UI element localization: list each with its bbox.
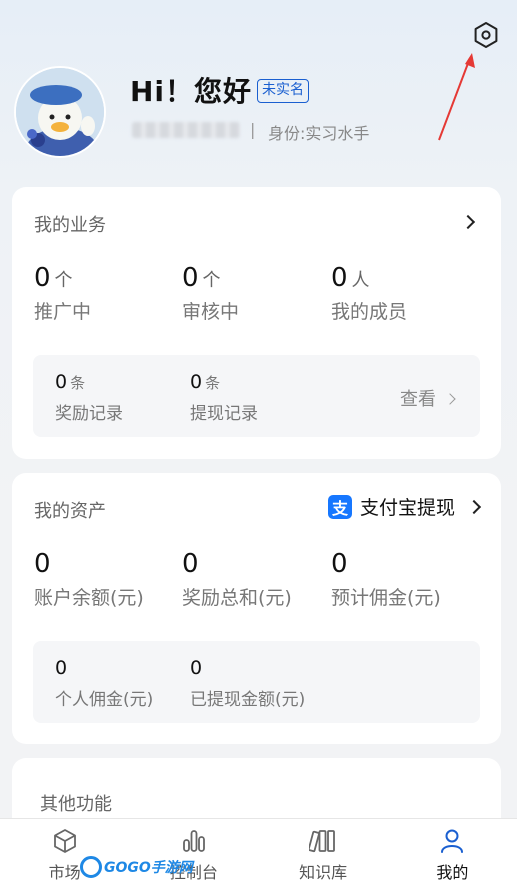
alipay-withdraw-button[interactable]: 支 支付宝提现 xyxy=(327,493,482,520)
cube-icon xyxy=(53,829,76,853)
assets-title: 我的资产 xyxy=(34,501,106,522)
asset-label: 奖励总和(元) xyxy=(182,587,292,609)
watermark-icon xyxy=(80,856,102,878)
withdrawn-label: 已提现金额(元) xyxy=(190,690,306,710)
record-unit: 条 xyxy=(70,374,86,392)
tab-label: 我的 xyxy=(436,863,469,882)
user-icon xyxy=(441,829,464,853)
view-label: 查看 xyxy=(400,389,436,410)
record-value: 0 xyxy=(55,371,68,393)
business-title: 我的业务 xyxy=(34,215,106,236)
stat-members[interactable]: 0人 我的成员 xyxy=(331,263,407,324)
stat-promoting[interactable]: 0个 推广中 xyxy=(34,263,91,324)
asset-value: 0 xyxy=(331,549,348,579)
stat-unit: 个 xyxy=(54,270,73,291)
view-records-link[interactable]: 查看 xyxy=(400,385,456,411)
asset-label: 预计佣金(元) xyxy=(331,587,441,609)
masked-user-id xyxy=(132,122,240,138)
stat-value: 0 xyxy=(331,263,348,293)
tab-label: 市场 xyxy=(48,863,81,882)
assets-card: 我的资产 支 支付宝提现 0 账户余额(元) 0 奖励总和(元) 0 预计佣金(… xyxy=(12,473,501,744)
stat-value: 0 xyxy=(182,263,199,293)
tab-knowledge-base[interactable]: 知识库 xyxy=(259,819,388,890)
gear-icon xyxy=(474,22,498,48)
business-chevron-icon[interactable] xyxy=(460,214,476,230)
tab-label: 知识库 xyxy=(299,863,348,882)
business-card: 我的业务 0个 推广中 0个 审核中 0人 我的成员 0条 奖励记录 0条 提现… xyxy=(12,187,501,459)
asset-value: 0 xyxy=(34,549,51,579)
record-unit: 条 xyxy=(205,374,221,392)
chevron-right-icon xyxy=(444,393,456,405)
commission-value: 0 xyxy=(55,657,68,679)
stat-value: 0 xyxy=(34,263,51,293)
withdrawn-amount[interactable]: 0 已提现金额(元) xyxy=(190,657,305,710)
withdrawn-value: 0 xyxy=(190,657,203,679)
stat-label: 审核中 xyxy=(182,301,240,323)
stat-reward-total[interactable]: 0 奖励总和(元) xyxy=(182,549,292,610)
annotation-arrow xyxy=(438,53,475,141)
watermark-text: GOGO手游网 xyxy=(104,860,193,876)
stat-unit: 人 xyxy=(351,270,370,291)
tab-mine[interactable]: 我的 xyxy=(388,819,517,890)
avatar[interactable] xyxy=(14,66,106,158)
books-icon xyxy=(309,830,336,853)
unverified-badge[interactable]: 未实名 xyxy=(257,79,309,103)
watermark-logo: GOGO手游网 xyxy=(80,854,193,880)
duck-avatar-image xyxy=(16,68,104,156)
commission-label: 个人佣金(元) xyxy=(55,690,154,710)
user-role: 身份:实习水手 xyxy=(268,124,370,143)
asset-label: 账户余额(元) xyxy=(34,587,144,609)
asset-value: 0 xyxy=(182,549,199,579)
separator: | xyxy=(250,120,256,139)
reward-records[interactable]: 0条 奖励记录 xyxy=(55,371,123,424)
record-label: 奖励记录 xyxy=(55,404,123,424)
stat-label: 我的成员 xyxy=(331,301,408,323)
bar-chart-icon xyxy=(182,830,205,852)
stat-reviewing[interactable]: 0个 审核中 xyxy=(182,263,239,324)
other-functions-title: 其他功能 xyxy=(40,794,112,815)
withdraw-records[interactable]: 0条 提现记录 xyxy=(190,371,258,424)
stat-label: 推广中 xyxy=(34,301,92,323)
stat-balance[interactable]: 0 账户余额(元) xyxy=(34,549,144,610)
alipay-label: 支付宝提现 xyxy=(359,497,455,519)
stat-estimated-commission[interactable]: 0 预计佣金(元) xyxy=(331,549,441,610)
record-value: 0 xyxy=(190,371,203,393)
greeting-title: Hi！您好 xyxy=(130,75,253,108)
personal-commission[interactable]: 0 个人佣金(元) xyxy=(55,657,153,710)
commission-panel: 0 个人佣金(元) 0 已提现金额(元) xyxy=(33,641,480,723)
records-panel: 0条 奖励记录 0条 提现记录 查看 xyxy=(33,355,480,437)
settings-button[interactable] xyxy=(469,18,503,52)
record-label: 提现记录 xyxy=(190,404,258,424)
chevron-right-icon xyxy=(466,499,482,514)
stat-unit: 个 xyxy=(202,270,221,291)
alipay-icon: 支 xyxy=(327,494,352,519)
bottom-tab-bar: 市场 控制台 知识库 我的 xyxy=(0,818,517,890)
